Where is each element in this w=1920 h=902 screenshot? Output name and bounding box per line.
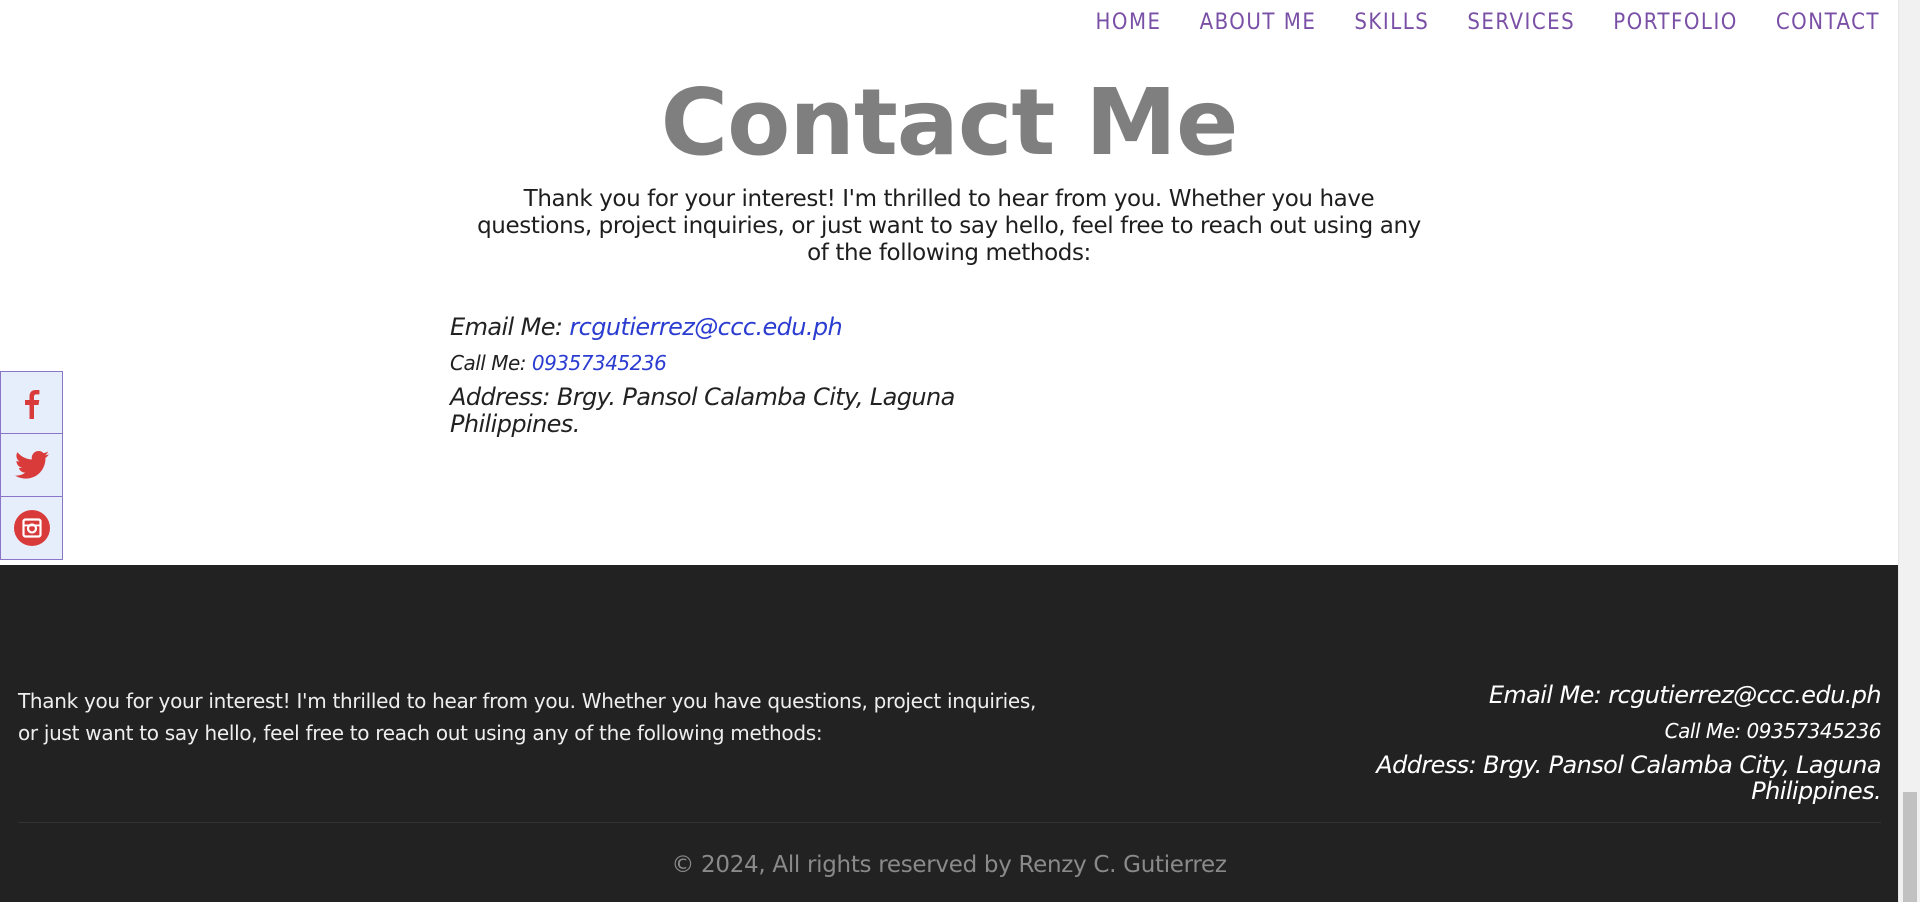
contact-info: Email Me: rcgutierrez@ccc.edu.ph Call Me… — [450, 312, 990, 438]
email-link[interactable]: rcgutierrez@ccc.edu.ph — [569, 313, 842, 341]
nav-home[interactable]: HOME — [1096, 10, 1162, 35]
address-row: Address: Brgy. Pansol Calamba City, Lagu… — [450, 384, 990, 438]
phone-row: Call Me: 09357345236 — [450, 350, 990, 376]
contact-section: Contact Me Thank you for your interest! … — [0, 0, 1898, 565]
nav-contact[interactable]: CONTACT — [1776, 10, 1880, 35]
top-nav: HOME ABOUT ME SKILLS SERVICES PORTFOLIO … — [1096, 0, 1880, 44]
nav-portfolio[interactable]: PORTFOLIO — [1613, 10, 1738, 35]
email-row: Email Me: rcgutierrez@ccc.edu.ph — [450, 312, 990, 342]
nav-about-me[interactable]: ABOUT ME — [1200, 10, 1317, 35]
social-sidebar — [0, 371, 63, 560]
nav-services[interactable]: SERVICES — [1467, 10, 1575, 35]
footer-contact-info: Email Me: rcgutierrez@ccc.edu.ph Call Me… — [1361, 680, 1881, 804]
contact-intro: Thank you for your interest! I'm thrille… — [477, 186, 1421, 266]
page-scrollbar[interactable] — [1898, 0, 1920, 902]
twitter-icon — [14, 450, 49, 479]
instagram-button[interactable] — [0, 497, 63, 560]
facebook-button[interactable] — [0, 371, 63, 434]
page: Contact Me Thank you for your interest! … — [0, 0, 1920, 902]
footer-divider — [18, 822, 1881, 823]
instagram-icon — [13, 510, 50, 546]
nav-skills[interactable]: SKILLS — [1354, 10, 1429, 35]
footer: Thank you for your interest! I'm thrille… — [0, 565, 1898, 902]
copyright: © 2024, All rights reserved by Renzy C. … — [671, 852, 1227, 878]
twitter-button[interactable] — [0, 434, 63, 497]
email-label: Email Me: — [450, 313, 570, 341]
footer-phone: Call Me: 09357345236 — [1664, 719, 1882, 743]
phone-label: Call Me: — [450, 351, 532, 375]
phone-link[interactable]: 09357345236 — [532, 351, 667, 375]
address-label: Address: — [450, 383, 557, 411]
page-title: Contact Me — [660, 69, 1239, 176]
footer-address: Address: Brgy. Pansol Calamba City, Lagu… — [1376, 751, 1881, 805]
scrollbar-thumb[interactable] — [1903, 792, 1917, 902]
footer-email: Email Me: rcgutierrez@ccc.edu.ph — [1488, 681, 1882, 709]
facebook-icon — [24, 389, 39, 419]
footer-text: Thank you for your interest! I'm thrille… — [18, 689, 1037, 745]
